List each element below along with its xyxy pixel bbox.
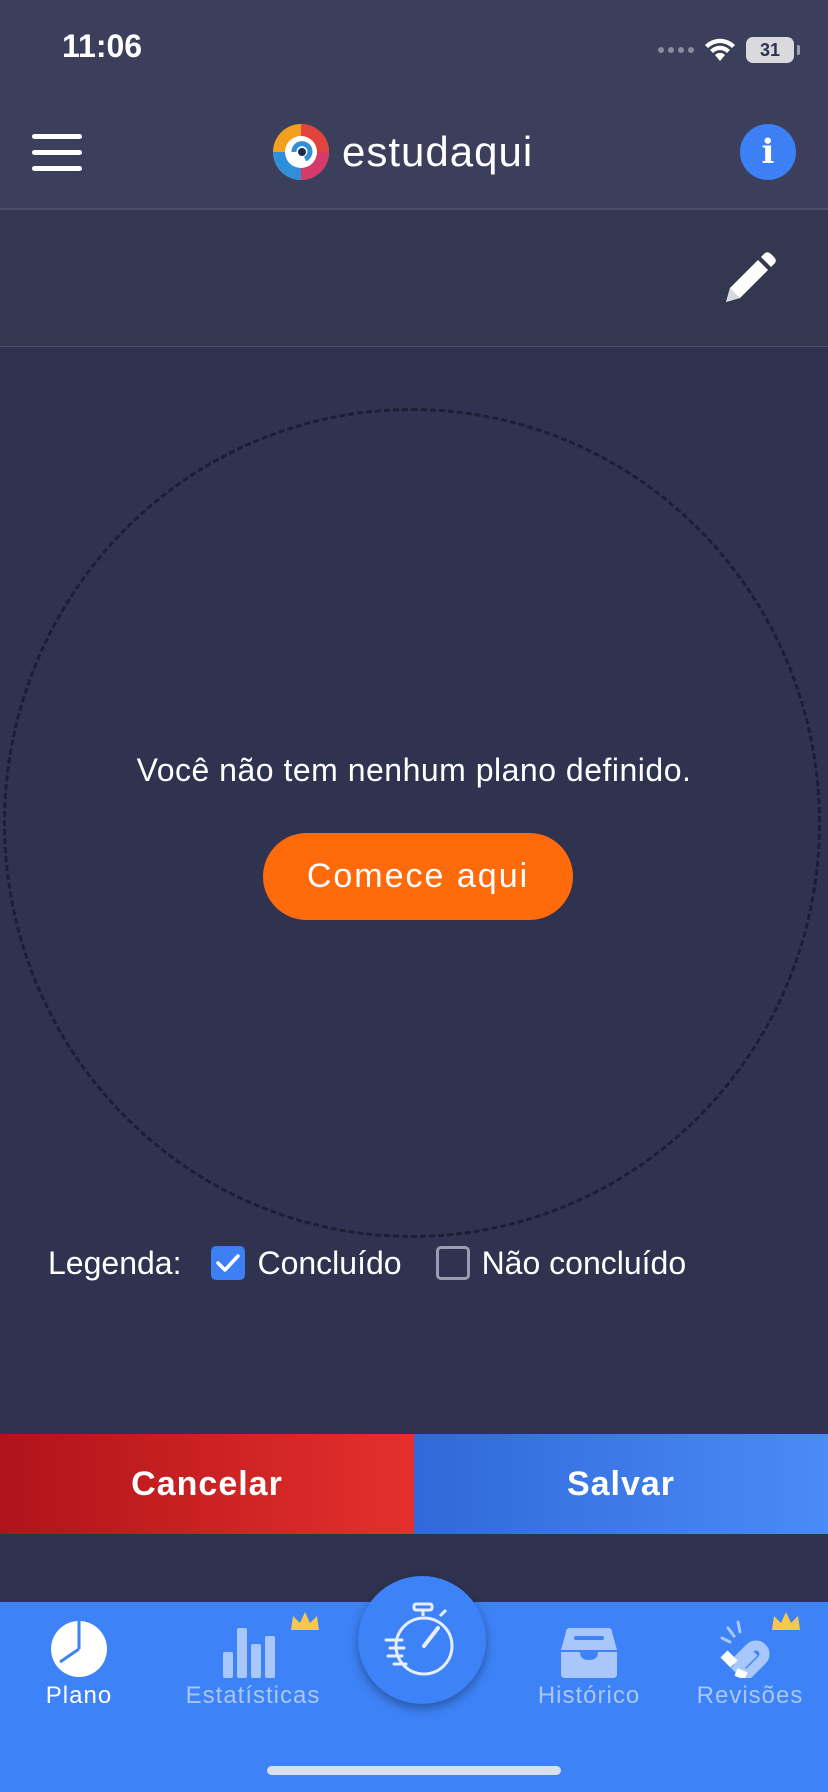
status-time: 11:06 (62, 28, 143, 64)
brand-name: estudaqui (342, 128, 534, 175)
pie-chart-icon (51, 1621, 107, 1677)
start-here-button[interactable]: Comece aqui (263, 833, 573, 920)
home-indicator (267, 1766, 561, 1775)
edit-pencil-icon[interactable] (718, 250, 778, 310)
tab-revisoes[interactable]: Revisões (694, 1602, 806, 1712)
tab-estatisticas-label: Estatísticas (185, 1682, 321, 1709)
plan-cycle-circle (3, 408, 821, 1238)
hamburger-menu-button[interactable] (32, 134, 82, 174)
battery-icon: 31 (746, 37, 800, 63)
status-icons: 31 (658, 34, 800, 66)
info-button[interactable]: i (740, 124, 796, 180)
unchecked-box-icon (435, 1246, 470, 1280)
tab-revisoes-label: Revisões (696, 1682, 804, 1709)
wifi-icon (705, 38, 735, 61)
crown-icon (291, 1612, 319, 1630)
cancel-button[interactable]: Cancelar (0, 1434, 414, 1534)
plan-toolbar (0, 210, 828, 347)
tab-estatisticas[interactable]: Estatísticas (178, 1602, 328, 1712)
bar-chart-icon (223, 1628, 275, 1678)
save-button[interactable]: Salvar (414, 1434, 828, 1534)
tab-plano[interactable]: Plano (36, 1602, 122, 1712)
legend-completed: Concluído (257, 1244, 402, 1281)
crown-icon (772, 1612, 800, 1630)
estudaqui-logo-icon (273, 124, 329, 180)
empty-plan-message: Você não tem nenhum plano definido. (136, 752, 692, 788)
brand: estudaqui (272, 120, 533, 184)
legend-not-completed: Não concluído (481, 1244, 687, 1281)
legend: Legenda: Concluído Não concluído (48, 1238, 686, 1288)
archive-box-icon (561, 1628, 617, 1678)
checked-box-icon (211, 1246, 246, 1280)
stopwatch-icon (384, 1602, 454, 1676)
tab-historico-label: Histórico (537, 1682, 641, 1709)
timer-button[interactable] (358, 1576, 486, 1704)
status-bar: 11:06 31 (0, 0, 828, 100)
tab-plano-label: Plano (45, 1682, 113, 1709)
legend-label: Legenda: (48, 1244, 182, 1281)
cellular-signal-icon (658, 47, 694, 53)
tab-historico[interactable]: Histórico (526, 1602, 652, 1712)
action-row: Cancelar Salvar (0, 1434, 828, 1534)
app-header: estudaqui i (0, 100, 828, 210)
